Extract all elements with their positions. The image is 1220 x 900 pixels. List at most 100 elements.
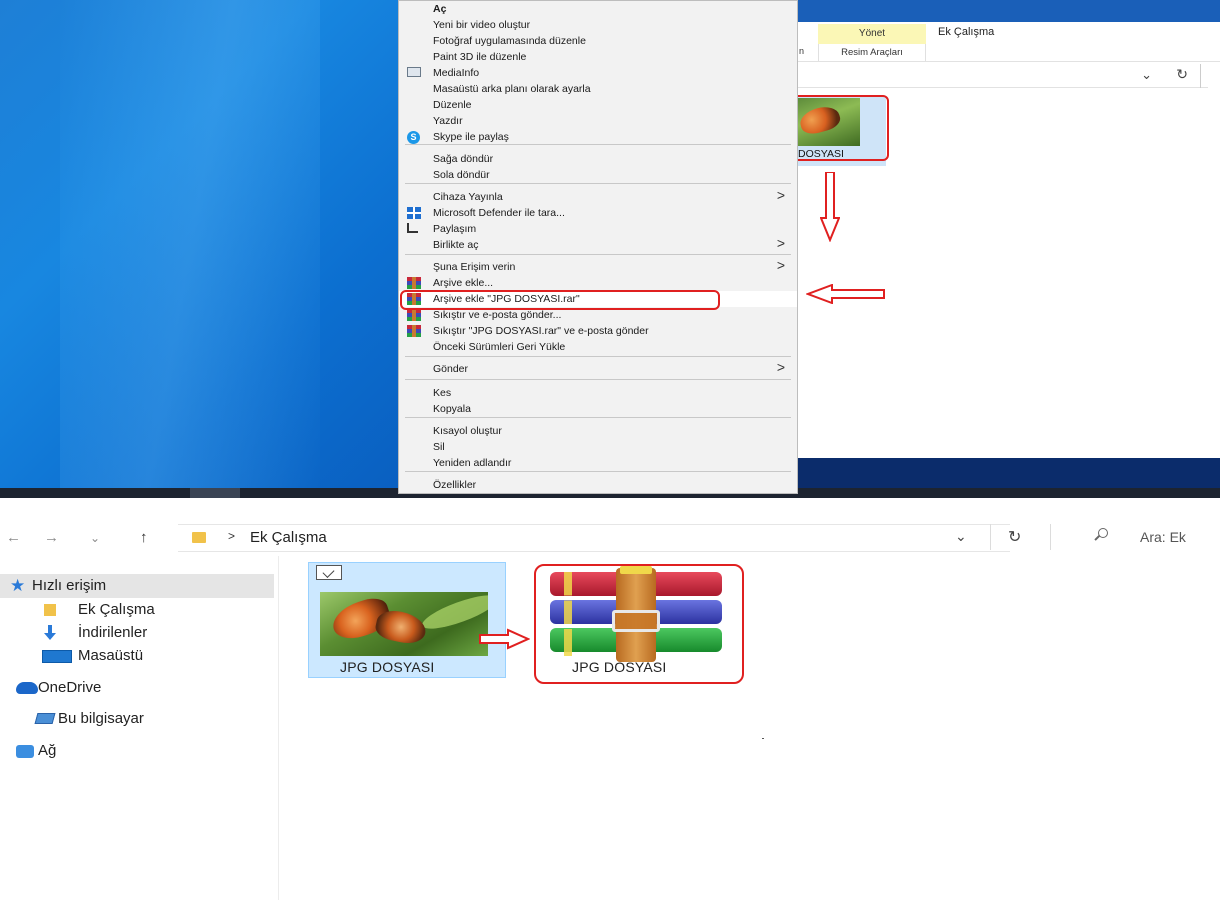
ribbon-tab-manage[interactable]: Yönet — [818, 24, 926, 44]
sidebar-item-quick-access[interactable]: ★ Hızlı erişim — [0, 574, 274, 598]
context-menu-item-label: Sola döndür — [433, 169, 490, 181]
menu-separator — [405, 471, 791, 472]
chevron-down-icon[interactable]: ⌄ — [1141, 67, 1152, 83]
context-menu-item-label: Arşive ekle... — [433, 277, 494, 289]
desktop-background — [0, 0, 398, 498]
context-menu-item[interactable]: Cihaza Yayınla > — [399, 187, 797, 205]
network-icon — [16, 745, 34, 758]
selection-checkbox[interactable] — [316, 565, 342, 580]
top-address-bar[interactable]: ⌄ ↻ — [798, 64, 1208, 88]
context-menu-item[interactable]: Arşive ekle... — [399, 275, 797, 291]
context-menu-item[interactable]: Sağa döndür — [399, 151, 797, 167]
context-menu: Aç Yeni bir video oluştur Fotoğraf uygulam… — [398, 0, 798, 494]
context-menu-item[interactable]: Kopyala — [399, 401, 797, 417]
ribbon-tab-picture-tools[interactable]: Resim Araçları — [818, 44, 926, 61]
winrar-icon — [407, 309, 421, 321]
taskbar-active-app[interactable] — [190, 488, 240, 498]
context-menu-item[interactable]: Kısayol oluştur — [399, 423, 797, 439]
search-icon — [1098, 528, 1108, 538]
sidebar-item-downloads[interactable]: İndirilenler — [0, 621, 274, 645]
context-menu-item-label: Kopyala — [433, 403, 471, 415]
breadcrumb[interactable]: Ek Çalışma — [250, 529, 327, 546]
refresh-icon[interactable]: ↻ — [1176, 66, 1188, 83]
context-menu-item-label: Paylaşım — [433, 223, 477, 235]
pane-divider[interactable] — [278, 556, 279, 900]
sidebar-item-desktop[interactable]: Masaüstü — [0, 644, 274, 668]
context-menu-item[interactable]: Yazdır — [399, 113, 797, 129]
breadcrumb-separator[interactable]: > — [228, 529, 235, 543]
menu-separator — [405, 379, 791, 380]
file-name[interactable]: JPG DOSYASI — [340, 659, 435, 675]
context-menu-item-label: Kes — [433, 387, 452, 399]
context-menu-item-label: Microsoft Defender ile tara... — [433, 207, 565, 219]
context-menu-item[interactable]: Düzenle — [399, 97, 797, 113]
sidebar-item-network[interactable]: Ağ — [0, 739, 274, 763]
context-menu-item-label: Sil — [433, 441, 445, 453]
context-menu-item-label: Aç — [433, 3, 447, 15]
context-menu-item[interactable]: Kes — [399, 385, 797, 401]
context-menu-item[interactable]: Microsoft Defender ile tara... — [399, 205, 797, 221]
context-menu-item[interactable]: Yeniden adlandır — [399, 455, 797, 471]
context-menu-item[interactable]: Önceki Sürümleri Geri Yükle — [399, 339, 797, 355]
sidebar-item-this-pc[interactable]: Bu bilgisayar — [0, 707, 274, 731]
sidebar-item-label: Hızlı erişim — [32, 577, 107, 594]
context-menu-item-label: Skype ile paylaş — [433, 131, 509, 143]
desktop-icon — [42, 650, 72, 663]
context-menu-item[interactable]: Sil — [399, 439, 797, 455]
annotation-box-source-file — [789, 95, 889, 161]
context-menu-item[interactable]: Masaüstü arka planı olarak ayarla — [399, 81, 797, 97]
onedrive-icon — [16, 682, 38, 694]
menu-separator — [405, 144, 791, 145]
winrar-archive-icon[interactable] — [550, 566, 722, 662]
context-menu-item-label: Yazdır — [433, 115, 463, 127]
context-menu-item[interactable]: Fotoğraf uygulamasında düzenle — [399, 33, 797, 49]
computer-icon — [34, 713, 56, 724]
context-menu-item-label: Cihaza Yayınla — [433, 191, 503, 203]
submenu-chevron-icon: > — [776, 235, 785, 251]
recent-locations-icon[interactable]: ⌄ — [90, 528, 100, 548]
context-menu-item[interactable]: Gönder > — [399, 359, 797, 377]
sidebar-item-onedrive[interactable]: OneDrive — [0, 676, 274, 700]
submenu-chevron-icon: > — [776, 359, 785, 375]
download-icon — [42, 625, 58, 641]
divider — [1050, 524, 1051, 550]
forward-arrow-icon[interactable]: → — [44, 528, 59, 548]
context-menu-item[interactable]: S Skype ile paylaş — [399, 129, 797, 145]
sidebar-item-label: İndirilenler — [78, 624, 148, 641]
context-menu-item-label: Özellikler — [433, 479, 477, 491]
context-menu-item[interactable]: MediaInfo — [399, 65, 797, 81]
mediainfo-icon — [407, 67, 421, 77]
context-menu-item[interactable]: Özellikler — [399, 477, 797, 493]
annotation-arrow-left-icon — [806, 284, 885, 304]
refresh-icon[interactable]: ↻ — [1008, 527, 1021, 547]
file-name[interactable]: JPG DOSYASI — [572, 659, 667, 675]
sidebar-item-ek-calisma[interactable]: Ek Çalışma — [0, 598, 274, 622]
desktop-edge — [798, 458, 1220, 488]
context-menu-item[interactable]: Paylaşım — [399, 221, 797, 237]
winrar-icon — [407, 325, 421, 337]
annotation-arrow-down-icon — [820, 172, 840, 242]
search-box-edge[interactable] — [1200, 64, 1208, 88]
context-menu-item[interactable]: Paint 3D ile düzenle — [399, 49, 797, 65]
context-menu-item-label: Şuna Erişim verin — [433, 261, 516, 273]
chevron-down-icon[interactable]: ⌄ — [955, 528, 967, 545]
context-menu-item[interactable]: Sola döndür — [399, 167, 797, 183]
search-input[interactable]: Ara: Ek — [1140, 529, 1186, 545]
context-menu-item[interactable]: Yeni bir video oluştur — [399, 17, 797, 33]
folder-icon — [192, 532, 206, 543]
stray-mark — [762, 738, 764, 739]
context-menu-item-label: Kısayol oluştur — [433, 425, 502, 437]
back-arrow-icon[interactable]: ← — [6, 528, 21, 548]
context-menu-item[interactable]: Birlikte aç > — [399, 235, 797, 253]
annotation-arrow-right-icon — [479, 628, 530, 650]
context-menu-item-label: Yeni bir video oluştur — [433, 19, 531, 31]
context-menu-item[interactable]: Aç — [399, 1, 797, 17]
context-menu-item[interactable]: Sıkıştır "JPG DOSYASI.rar" ve e-posta gö… — [399, 323, 797, 339]
context-menu-item-label: Düzenle — [433, 99, 472, 111]
submenu-chevron-icon: > — [776, 187, 785, 203]
up-arrow-icon[interactable]: ↑ — [140, 528, 148, 548]
annotation-box-menu-item — [400, 290, 720, 310]
context-menu-item-label: Önceki Sürümleri Geri Yükle — [433, 341, 566, 353]
menu-separator — [405, 254, 791, 255]
context-menu-item[interactable]: Şuna Erişim verin > — [399, 257, 797, 275]
